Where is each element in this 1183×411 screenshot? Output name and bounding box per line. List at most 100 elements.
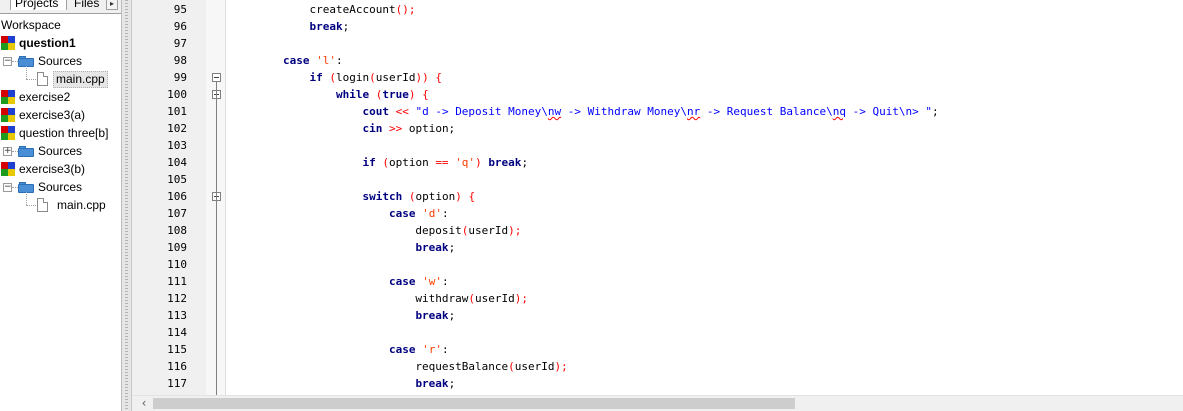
project-icon [1,126,15,140]
scroll-left-icon[interactable]: ‹ [136,396,152,411]
folder-icon [18,145,34,157]
collapse-icon[interactable]: − [3,57,12,66]
tree-item-file[interactable]: main.cpp [0,192,121,214]
code-token: { [468,190,476,203]
code-editor[interactable]: 95 96 97 98 99 100 101 102 103 104 105 106 107 108 109… [132,0,1183,411]
tree-item-label: exercise2 [19,90,71,104]
expand-icon[interactable]: + [3,147,12,156]
code-token: ); [514,292,529,305]
code-line[interactable]: if (login(userId)) { [230,69,442,86]
code-line[interactable]: while (true) { [230,86,429,103]
code-line[interactable]: if (option == 'q') break; [230,154,528,171]
fold-margin[interactable] [206,0,226,395]
collapse-icon[interactable]: − [3,183,12,192]
code-token: userId [514,360,555,373]
code-line[interactable]: withdraw(userId); [230,290,528,307]
tree-item-label: question1 [19,36,76,50]
code-area[interactable]: createAccount(); break; case 'l': if (lo… [226,0,1183,395]
line-number: 101 [167,105,187,118]
code-token: ( [508,360,515,373]
line-number: 107 [167,207,187,220]
code-token: "d -> Deposit Money\ [415,105,548,118]
code-token: 'd' [422,207,442,220]
scrollbar-thumb[interactable] [153,398,795,409]
line-number: 98 [173,54,187,67]
code-line[interactable]: cin >> option; [230,120,455,137]
code-token: nr [687,105,701,118]
code-token: while [335,88,370,101]
code-line[interactable]: break; [230,307,455,324]
line-number: 96 [173,20,187,33]
code-token: ) [455,190,462,203]
tab-projects[interactable]: Projects [10,0,67,10]
workspace-label-text: Workspace [1,18,61,32]
tree-connector [26,79,36,80]
code-line[interactable]: break; [230,375,455,392]
tree-item-folder[interactable]: − Sources [0,178,121,196]
code-line[interactable]: case 'l': [230,52,343,69]
code-token: : [441,275,449,288]
code-token: if [309,71,323,84]
code-line[interactable]: switch (option) { [230,188,475,205]
project-icon [1,90,15,104]
code-line[interactable]: cout << "d -> Deposit Money\nw -> Withdr… [230,103,939,120]
code-line[interactable]: createAccount(); [230,1,415,18]
code-token: break [415,377,449,390]
tab-scroll-right-icon[interactable]: ▸ [106,0,118,10]
code-token: -> Request Balance\ [700,105,833,118]
code-line[interactable]: break; [230,18,349,35]
code-token: ; [342,20,350,33]
tree-item-file[interactable]: main.cpp [0,66,121,88]
splitter-grip[interactable] [125,0,128,411]
workspace-label[interactable]: Workspace [0,16,121,34]
project-pane: Projects Files ▸ Workspace question1 − Sou… [0,0,121,411]
code-token: cin [362,122,383,135]
file-icon [37,72,48,86]
fold-collapse-icon[interactable] [212,73,221,82]
pane-splitter[interactable] [121,0,132,411]
tree-item-project[interactable]: exercise2 [0,88,121,106]
tree-item-folder[interactable]: − Sources [0,52,121,70]
code-token: >> [388,122,403,135]
file-icon [37,198,48,212]
tab-files[interactable]: Files [70,0,106,12]
code-token: ; [448,309,456,322]
code-token: 'q' [455,156,476,169]
code-line[interactable]: case 'r': [230,341,449,358]
code-token: nw [547,105,562,118]
line-number: 113 [167,309,187,322]
code-token: << [395,105,409,118]
code-token: userId [468,224,509,237]
code-token: userId [475,292,515,305]
tree-item-folder[interactable]: + Sources [0,142,121,160]
code-token: createAccount [230,3,396,16]
code-line[interactable]: break; [230,239,455,256]
code-line[interactable]: case 'd': [230,205,449,222]
tree-item-label: exercise3(a) [19,108,86,122]
code-token: nq [832,105,846,118]
code-token: case [388,343,416,356]
horizontal-scrollbar[interactable]: ‹ [132,395,1183,411]
code-token: login [335,71,370,84]
tree-item-label: question three[b] [19,126,109,140]
code-line[interactable]: case 'w': [230,273,449,290]
code-line[interactable]: deposit(userId); [230,222,521,239]
tree-item-project[interactable]: exercise3(b) [0,160,121,178]
line-number: 111 [167,275,187,288]
line-number: 115 [167,343,187,356]
code-token: : [335,54,343,67]
tree-item-project[interactable]: question three[b] [0,124,121,142]
line-number: 95 [173,3,187,16]
code-token: ; [932,105,939,118]
code-line[interactable]: requestBalance(userId); [230,358,567,375]
tree-item-label: main.cpp [53,71,108,88]
code-token: break [415,241,449,254]
tree-item-project[interactable]: question1 [0,34,121,52]
tree-item-project[interactable]: exercise3(a) [0,106,121,124]
